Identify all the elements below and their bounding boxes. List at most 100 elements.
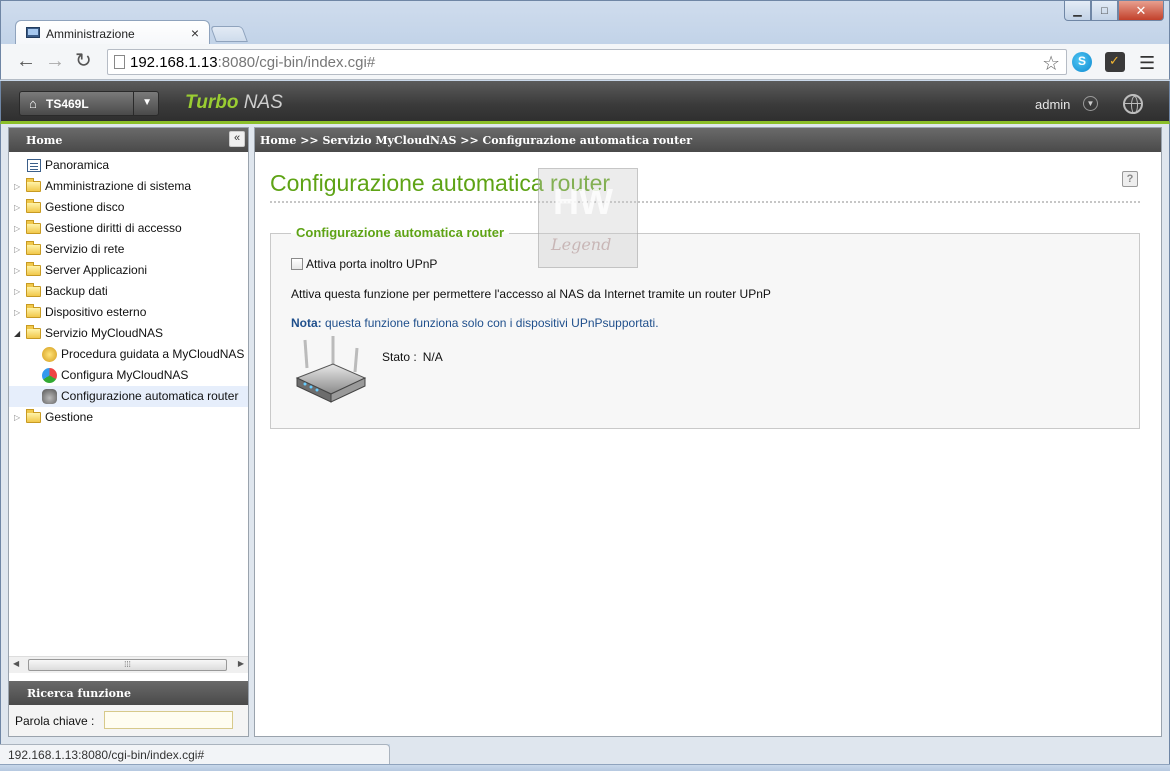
frame-bottom bbox=[390, 737, 1170, 764]
page-icon bbox=[114, 55, 125, 69]
browser-tab[interactable]: Amministrazione × bbox=[15, 20, 210, 46]
folder-icon bbox=[26, 220, 41, 234]
maximize-button[interactable]: □ bbox=[1091, 1, 1118, 21]
upnp-checkbox-label: Attiva porta inoltro UPnP bbox=[306, 257, 438, 271]
sidebar-item-label: Configurazione automatica router bbox=[61, 389, 239, 403]
router-image-icon bbox=[295, 336, 367, 403]
bookmark-star-icon[interactable]: ☆ bbox=[1042, 51, 1060, 76]
note-body: questa funzione funziona solo con i disp… bbox=[321, 316, 659, 330]
frame-left bbox=[0, 124, 8, 744]
language-globe-icon[interactable] bbox=[1123, 94, 1143, 114]
dropdown-arrow-icon: ▼ bbox=[142, 97, 152, 108]
brand-logo: Turbo NAS bbox=[185, 92, 283, 114]
folder-icon bbox=[26, 262, 41, 276]
cloud-config-icon bbox=[42, 368, 57, 383]
main-content: Home >> Servizio MyCloudNAS >> Configura… bbox=[254, 127, 1162, 737]
minimize-button[interactable]: ▁ bbox=[1064, 1, 1091, 21]
sidebar-item-label: Dispositivo esterno bbox=[45, 305, 147, 319]
address-bar[interactable]: 192.168.1.13:8080/cgi-bin/index.cgi# ☆ bbox=[107, 49, 1067, 75]
sidebar-item-server-applicazioni[interactable]: ▷ Server Applicazioni bbox=[9, 260, 248, 281]
sidebar-item-label: Gestione disco bbox=[45, 200, 125, 214]
status-label: Stato : bbox=[382, 350, 417, 364]
folder-icon bbox=[26, 178, 41, 192]
help-icon[interactable]: ? bbox=[1122, 171, 1138, 187]
device-selector[interactable]: ⌂ TS469L ▼ bbox=[19, 91, 159, 116]
router-config-section: Configurazione automatica router Attiva … bbox=[270, 225, 1140, 429]
user-name[interactable]: admin bbox=[1035, 97, 1070, 112]
overview-icon bbox=[27, 159, 41, 172]
brand-turbo: Turbo bbox=[185, 92, 239, 113]
sidebar-item-mycloudnas[interactable]: ◢ Servizio MyCloudNAS bbox=[9, 323, 248, 344]
sidebar-item-procedura-guidata[interactable]: Procedura guidata a MyCloudNAS bbox=[9, 344, 248, 365]
sidebar-item-label: Procedura guidata a MyCloudNAS bbox=[61, 347, 245, 361]
browser-toolbar: ← → ↻ 192.168.1.13:8080/cgi-bin/index.cg… bbox=[0, 44, 1170, 80]
expand-arrow-icon[interactable]: ▷ bbox=[14, 176, 20, 197]
section-title: Configurazione automatica router bbox=[291, 225, 510, 240]
skype-extension-icon[interactable] bbox=[1072, 52, 1092, 72]
expand-arrow-icon[interactable]: ▷ bbox=[14, 302, 20, 323]
sidebar-item-label: Backup dati bbox=[45, 284, 108, 298]
device-name: TS469L bbox=[46, 97, 89, 111]
scrollbar-thumb[interactable]: ⁞⁞⁞ bbox=[28, 659, 227, 671]
brand-nas: NAS bbox=[243, 92, 283, 113]
sidebar-item-amministrazione-sistema[interactable]: ▷ Amministrazione di sistema bbox=[9, 176, 248, 197]
expand-arrow-icon[interactable]: ▷ bbox=[14, 197, 20, 218]
folder-open-icon bbox=[26, 325, 41, 339]
folder-icon bbox=[26, 283, 41, 297]
navigation-tree: Panoramica ▷ Amministrazione di sistema … bbox=[9, 152, 248, 428]
close-window-button[interactable]: ✕ bbox=[1118, 1, 1164, 21]
expand-arrow-icon[interactable]: ▷ bbox=[14, 260, 20, 281]
reload-icon[interactable]: ↻ bbox=[75, 51, 92, 71]
sidebar-item-label: Gestione diritti di accesso bbox=[45, 221, 182, 235]
sidebar-item-diritti-accesso[interactable]: ▷ Gestione diritti di accesso bbox=[9, 218, 248, 239]
expand-arrow-icon[interactable]: ▷ bbox=[14, 281, 20, 302]
expand-arrow-icon[interactable]: ▷ bbox=[14, 218, 20, 239]
frame-bottom-left bbox=[0, 737, 390, 744]
sidebar-item-label: Servizio di rete bbox=[45, 242, 125, 256]
scroll-right-icon[interactable]: ▶ bbox=[238, 659, 244, 668]
sidebar-title: Home bbox=[26, 134, 63, 147]
note-text: Nota: questa funzione funziona solo con … bbox=[291, 316, 659, 330]
status-value: N/A bbox=[422, 350, 443, 364]
sidebar-item-backup-dati[interactable]: ▷ Backup dati bbox=[9, 281, 248, 302]
folder-icon bbox=[26, 304, 41, 318]
search-panel: Parola chiave : bbox=[9, 705, 248, 736]
sidebar-item-dispositivo-esterno[interactable]: ▷ Dispositivo esterno bbox=[9, 302, 248, 323]
sidebar-item-gestione[interactable]: ▷ Gestione bbox=[9, 407, 248, 428]
sidebar-item-gestione-disco[interactable]: ▷ Gestione disco bbox=[9, 197, 248, 218]
sidebar-item-label: Configura MyCloudNAS bbox=[61, 368, 189, 382]
user-menu-icon[interactable]: ▼ bbox=[1083, 96, 1098, 111]
collapse-sidebar-icon[interactable]: « bbox=[229, 131, 245, 147]
search-input[interactable] bbox=[104, 711, 233, 729]
scroll-left-icon[interactable]: ◀ bbox=[13, 659, 19, 668]
title-divider bbox=[270, 201, 1140, 203]
sidebar-horizontal-scrollbar[interactable]: ◀ ⁞⁞⁞ ▶ bbox=[9, 656, 248, 673]
nas-header: ⌂ TS469L ▼ Turbo NAS admin ▼ bbox=[0, 81, 1170, 124]
forward-arrow-icon[interactable]: → bbox=[45, 51, 65, 71]
browser-menu-icon[interactable]: ☰ bbox=[1139, 53, 1155, 74]
sidebar-item-configura-mycloudnas[interactable]: Configura MyCloudNAS bbox=[9, 365, 248, 386]
expand-arrow-icon[interactable]: ▷ bbox=[14, 407, 20, 428]
sidebar-item-panoramica[interactable]: Panoramica bbox=[9, 155, 248, 176]
new-tab-button[interactable] bbox=[210, 26, 248, 42]
search-panel-header: Ricerca funzione bbox=[9, 681, 248, 705]
search-panel-title: Ricerca funzione bbox=[27, 687, 131, 700]
upnp-checkbox[interactable] bbox=[291, 258, 303, 270]
back-arrow-icon[interactable]: ← bbox=[16, 51, 36, 71]
search-label: Parola chiave : bbox=[15, 714, 95, 728]
folder-icon bbox=[26, 241, 41, 255]
home-icon: ⌂ bbox=[29, 96, 37, 111]
sidebar-item-label: Server Applicazioni bbox=[45, 263, 148, 277]
status-row: Stato : N/A bbox=[382, 350, 443, 364]
url-path: :8080/cgi-bin/index.cgi# bbox=[217, 54, 376, 71]
breadcrumb: Home >> Servizio MyCloudNAS >> Configura… bbox=[255, 128, 1161, 152]
expand-arrow-icon[interactable]: ▷ bbox=[14, 239, 20, 260]
tab-close-icon[interactable]: × bbox=[191, 25, 199, 41]
description-text: Attiva questa funzione per permettere l'… bbox=[291, 287, 771, 301]
collapse-arrow-icon[interactable]: ◢ bbox=[14, 323, 20, 344]
checker-extension-icon[interactable] bbox=[1105, 52, 1125, 72]
sidebar-item-router-config[interactable]: Configurazione automatica router bbox=[9, 386, 248, 407]
folder-icon bbox=[26, 199, 41, 213]
sidebar-item-servizio-rete[interactable]: ▷ Servizio di rete bbox=[9, 239, 248, 260]
upnp-checkbox-row[interactable]: Attiva porta inoltro UPnP bbox=[291, 257, 437, 271]
